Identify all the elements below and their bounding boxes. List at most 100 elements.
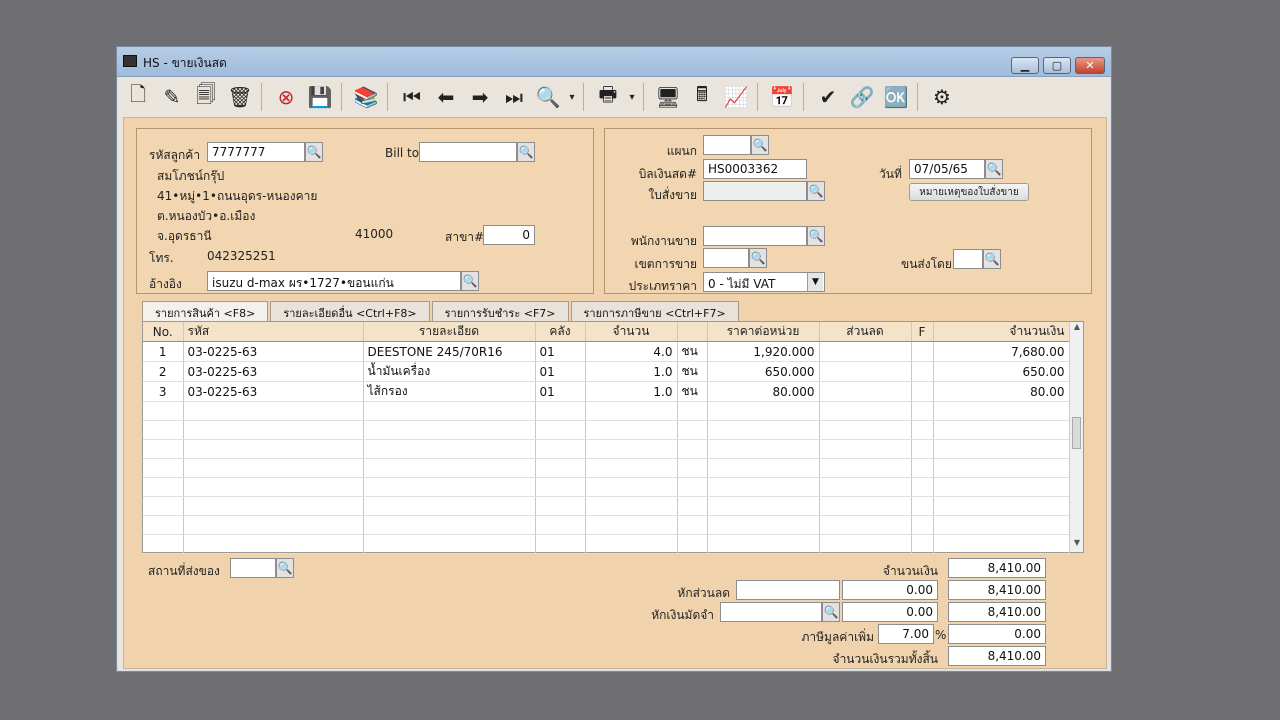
sales-order-note-button[interactable]: หมายเหตุของใบสั่งขาย — [909, 183, 1029, 201]
table-row[interactable]: 1 03-0225-63 DEESTONE 245/70R16 01 4.0 ช… — [143, 341, 1070, 362]
table-row[interactable]: 2 03-0225-63 น้ำมันเครื่อง 01 1.0 ชน 650… — [143, 361, 1070, 382]
ok-icon[interactable]: 🆗 — [879, 81, 913, 113]
date-field[interactable]: 07/05/65 — [909, 159, 985, 179]
cell-unit[interactable]: ชน — [677, 341, 708, 362]
approve-icon[interactable]: ✔ — [811, 81, 845, 113]
cell-f[interactable] — [911, 381, 934, 402]
cell-amount[interactable]: 80.00 — [933, 381, 1070, 402]
chevron-down-icon[interactable]: ▼ — [807, 273, 823, 291]
col-header-amount[interactable]: จำนวนเงิน — [933, 322, 1070, 342]
empty-row[interactable] — [143, 515, 1070, 535]
cell-discount[interactable] — [819, 381, 912, 402]
branch-field[interactable]: 0 — [483, 225, 535, 245]
sales-area-field[interactable] — [703, 248, 749, 268]
reference-search-icon[interactable]: 🔍 — [461, 271, 479, 291]
customer-code-field[interactable]: 7777777 — [207, 142, 305, 162]
ship-place-field[interactable] — [230, 558, 276, 578]
close-button[interactable]: ✕ — [1075, 57, 1105, 74]
ship-place-search-icon[interactable]: 🔍 — [276, 558, 294, 578]
edit-icon[interactable]: ✎ — [155, 81, 189, 113]
empty-row[interactable] — [143, 477, 1070, 497]
cell-code[interactable]: 03-0225-63 — [183, 381, 364, 402]
col-header-code[interactable]: รหัส — [183, 322, 364, 342]
cell-f[interactable] — [911, 361, 934, 382]
cell-unit[interactable]: ชน — [677, 381, 708, 402]
settings-icon[interactable]: ⚙ — [925, 81, 959, 113]
copy-docs-icon[interactable]: 📚 — [349, 81, 383, 113]
search-document-icon[interactable]: 🔍 — [531, 81, 565, 113]
discount-text-field[interactable] — [736, 580, 840, 600]
scroll-down-icon[interactable]: ▼ — [1070, 538, 1084, 552]
cell-unit-price[interactable]: 1,920.000 — [707, 341, 820, 362]
col-header-discount[interactable]: ส่วนลด — [819, 322, 912, 342]
ship-by-search-icon[interactable]: 🔍 — [983, 249, 1001, 269]
ship-by-field[interactable] — [953, 249, 983, 269]
col-header-f[interactable]: F — [911, 322, 934, 342]
cell-description[interactable]: น้ำมันเครื่อง — [363, 361, 536, 382]
empty-row[interactable] — [143, 534, 1070, 554]
cell-quantity[interactable]: 1.0 — [585, 381, 678, 402]
sales-order-field[interactable] — [703, 181, 807, 201]
calendar-icon[interactable]: 📅 — [765, 81, 799, 113]
new-document-icon[interactable]: 🗋 — [121, 81, 155, 113]
cell-discount[interactable] — [819, 361, 912, 382]
tab-payments[interactable]: รายการรับชำระ <F7> — [431, 301, 569, 321]
cell-f[interactable] — [911, 341, 934, 362]
calculator-icon[interactable]: 🖩 — [685, 81, 719, 113]
tab-items[interactable]: รายการสินค้า <F8> — [142, 301, 269, 322]
empty-row[interactable] — [143, 458, 1070, 478]
cell-no[interactable]: 1 — [143, 341, 184, 362]
cell-code[interactable]: 03-0225-63 — [183, 341, 364, 362]
empty-row[interactable] — [143, 439, 1070, 459]
save-icon[interactable]: 💾 — [303, 81, 337, 113]
col-header-unit[interactable] — [677, 322, 708, 342]
cell-amount[interactable]: 7,680.00 — [933, 341, 1070, 362]
scroll-up-icon[interactable]: ▲ — [1070, 322, 1084, 336]
discount-value-field[interactable]: 0.00 — [842, 580, 938, 600]
cell-quantity[interactable]: 1.0 — [585, 361, 678, 382]
minimize-button[interactable]: ▁ — [1011, 57, 1039, 74]
maximize-button[interactable]: ▢ — [1043, 57, 1071, 74]
table-row[interactable]: 3 03-0225-63 ไส้กรอง 01 1.0 ชน 80.000 80… — [143, 381, 1070, 402]
cell-no[interactable]: 3 — [143, 381, 184, 402]
cell-code[interactable]: 03-0225-63 — [183, 361, 364, 382]
cell-unit-price[interactable]: 80.000 — [707, 381, 820, 402]
department-search-icon[interactable]: 🔍 — [751, 135, 769, 155]
cell-description[interactable]: ไส้กรอง — [363, 381, 536, 402]
next-record-icon[interactable]: ➡ — [463, 81, 497, 113]
cell-unit[interactable]: ชน — [677, 361, 708, 382]
cell-description[interactable]: DEESTONE 245/70R16 — [363, 341, 536, 362]
customer-search-icon[interactable]: 🔍 — [305, 142, 323, 162]
tab-other-details[interactable]: รายละเอียดอื่น <Ctrl+F8> — [270, 301, 430, 321]
bill-to-field[interactable] — [419, 142, 517, 162]
cell-quantity[interactable]: 4.0 — [585, 341, 678, 362]
reference-field[interactable]: isuzu d-max ผร•1727•ขอนแก่น — [207, 271, 461, 291]
link-icon[interactable]: 🔗 — [845, 81, 879, 113]
attachment-icon[interactable]: 🗐 — [189, 81, 223, 113]
department-field[interactable] — [703, 135, 751, 155]
salesman-field[interactable] — [703, 226, 807, 246]
cell-no[interactable]: 2 — [143, 361, 184, 382]
delete-trash-icon[interactable]: 🗑 — [223, 81, 257, 113]
empty-row[interactable] — [143, 496, 1070, 516]
col-header-quantity[interactable]: จำนวน — [585, 322, 678, 342]
col-header-warehouse[interactable]: คลัง — [535, 322, 586, 342]
cell-discount[interactable] — [819, 341, 912, 362]
tab-sales-tax[interactable]: รายการภาษีขาย <Ctrl+F7> — [570, 301, 739, 321]
vat-rate-field[interactable]: 7.00 — [878, 624, 934, 644]
cell-warehouse[interactable]: 01 — [535, 381, 586, 402]
price-type-select[interactable]: 0 - ไม่มี VAT ▼ — [703, 272, 825, 292]
deposit-value-field[interactable]: 0.00 — [842, 602, 938, 622]
print-icon[interactable]: 🖶 — [591, 81, 625, 113]
cell-warehouse[interactable]: 01 — [535, 361, 586, 382]
deposit-search-icon[interactable]: 🔍 — [822, 602, 840, 622]
col-header-unit-price[interactable]: ราคาต่อหน่วย — [707, 322, 820, 342]
col-header-description[interactable]: รายละเอียด — [363, 322, 536, 342]
deposit-text-field[interactable] — [720, 602, 822, 622]
cell-warehouse[interactable]: 01 — [535, 341, 586, 362]
bill-to-search-icon[interactable]: 🔍 — [517, 142, 535, 162]
first-record-icon[interactable]: ⏮ — [395, 81, 429, 113]
cell-amount[interactable]: 650.00 — [933, 361, 1070, 382]
salesman-search-icon[interactable]: 🔍 — [807, 226, 825, 246]
print-dropdown-icon[interactable]: ▾ — [625, 81, 639, 113]
